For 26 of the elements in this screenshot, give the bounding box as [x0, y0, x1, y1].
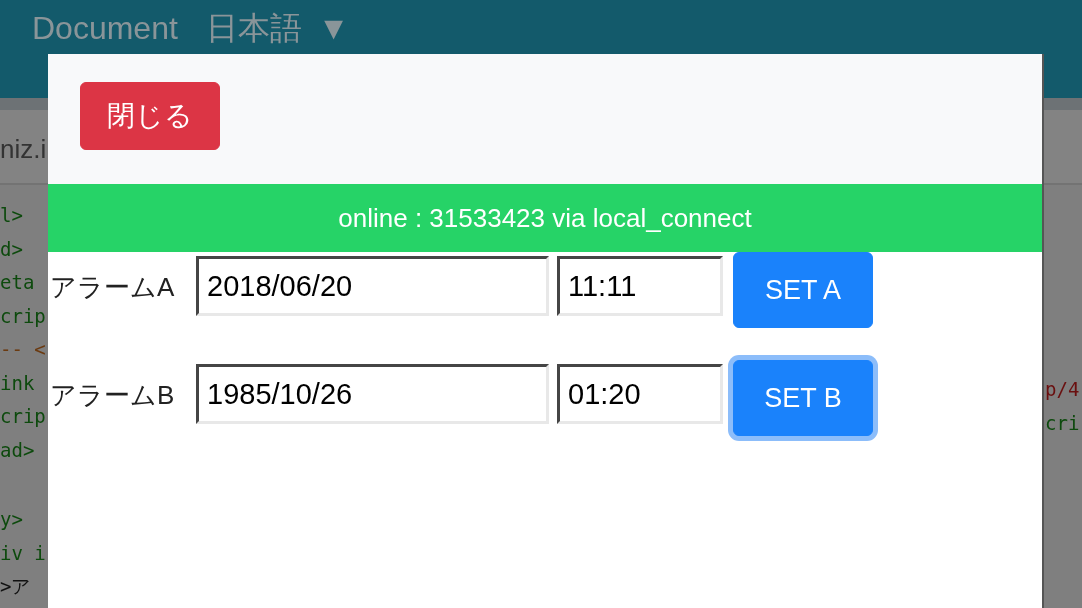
- caret-icon[interactable]: ▼: [317, 8, 350, 48]
- code-line: cri: [1045, 410, 1081, 436]
- alarm-label: アラームA: [50, 271, 176, 304]
- code-line: crip: [0, 404, 47, 429]
- code-line: p/4: [1045, 377, 1081, 402]
- code-line: iv i: [0, 540, 47, 566]
- date-field[interactable]: 2018/06/20: [196, 256, 549, 316]
- code-line: ink: [0, 370, 36, 396]
- date-field[interactable]: 1985/10/26: [196, 364, 549, 424]
- set-button[interactable]: SET A: [733, 252, 873, 328]
- code-line: eta: [0, 270, 36, 295]
- code-line: ad>: [0, 437, 36, 463]
- code-line: -- <: [0, 337, 47, 362]
- time-field[interactable]: 01:20: [557, 364, 723, 424]
- code-line: >ア: [0, 574, 32, 599]
- code-line: y>: [0, 507, 24, 532]
- close-button[interactable]: 閉じる: [80, 82, 220, 150]
- code-line: l>: [0, 203, 24, 228]
- document-title: Document: [32, 9, 178, 48]
- language-menu[interactable]: 日本語: [205, 8, 302, 48]
- code-line: crip: [0, 303, 47, 329]
- code-line: d>: [0, 236, 24, 262]
- file-tab[interactable]: niz.i: [0, 134, 47, 164]
- time-field[interactable]: 11:11: [557, 256, 723, 316]
- alarm-label: アラームB: [50, 379, 176, 412]
- status-banner: online : 31533423 via local_connect: [48, 184, 1042, 252]
